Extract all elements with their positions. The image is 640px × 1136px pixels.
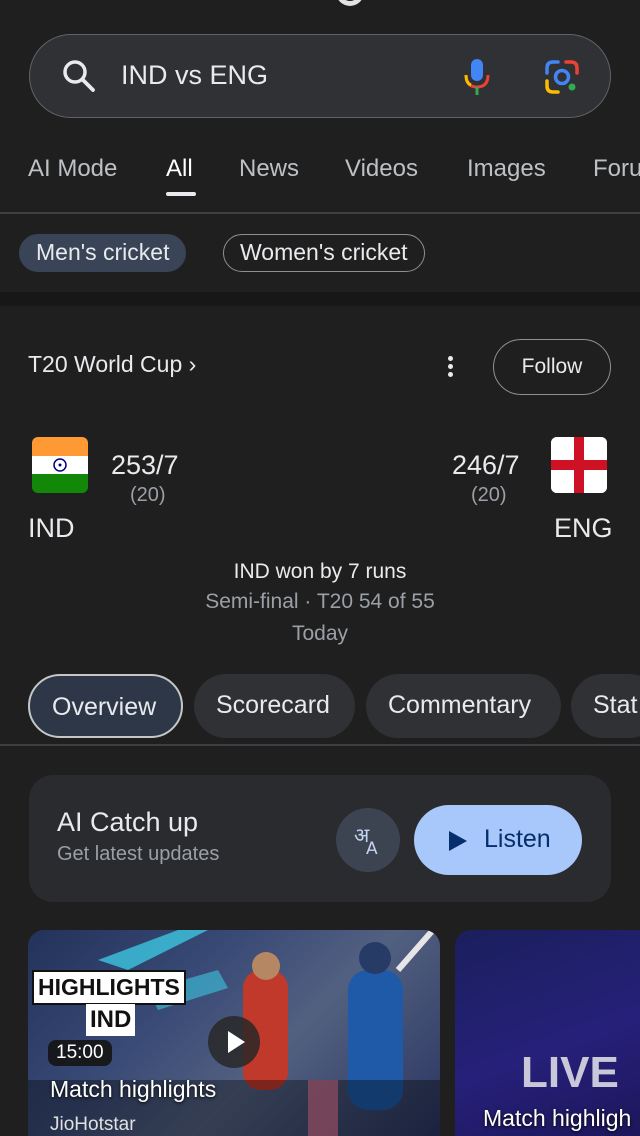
active-tab-indicator [166, 192, 196, 196]
section-separator [0, 292, 640, 306]
search-bar[interactable]: IND vs ENG [29, 34, 611, 118]
live-overlay-text: LIVE [521, 1048, 619, 1097]
match-date: Today [291, 622, 349, 645]
listen-label: Listen [484, 825, 551, 853]
team2-score: 246/7 [452, 450, 520, 480]
lens-icon[interactable] [544, 59, 580, 95]
translate-icon: अ A [354, 823, 378, 859]
team1-name[interactable]: IND [28, 513, 75, 544]
match-result: IND won by 7 runs [233, 560, 407, 583]
ind-badge: IND [86, 1004, 136, 1036]
tab-ai-mode[interactable]: AI Mode [28, 155, 117, 183]
more-options-icon[interactable] [440, 352, 460, 382]
team1-score: 253/7 [111, 450, 179, 480]
match-stage: Semi-final · T20 54 of 55 [205, 590, 435, 613]
listen-button[interactable]: Listen [414, 805, 582, 875]
play-icon [228, 1031, 245, 1053]
england-flag-icon [551, 437, 607, 493]
play-icon [449, 831, 467, 851]
video-card-highlights[interactable]: HIGHLIGHTS IND 15:00 Match highlights Ji… [28, 930, 440, 1136]
tab-videos[interactable]: Videos [345, 155, 418, 183]
video-play-button[interactable] [208, 1016, 260, 1068]
pills-divider [0, 744, 640, 746]
tab-scorecard[interactable]: Scorecard [194, 674, 355, 738]
tab-stats[interactable]: Stat [571, 674, 640, 738]
team2-name[interactable]: ENG [554, 513, 613, 544]
translate-button[interactable]: अ A [336, 808, 400, 872]
tab-news[interactable]: News [239, 155, 299, 183]
tab-all[interactable]: All [166, 155, 193, 183]
tab-images[interactable]: Images [467, 155, 546, 183]
svg-text:A: A [366, 839, 378, 859]
video-duration: 15:00 [48, 1040, 112, 1066]
tab-forums[interactable]: Foru [593, 155, 640, 183]
team2-overs: (20) [471, 484, 507, 506]
chip-mens-cricket[interactable]: Men's cricket [19, 234, 187, 272]
catchup-subtitle: Get latest updates [57, 843, 220, 865]
video-title[interactable]: Match highligh [483, 1105, 631, 1132]
tournament-link[interactable]: T20 World Cup › [28, 351, 196, 378]
india-flag-icon [32, 437, 88, 493]
highlights-badge: HIGHLIGHTS [32, 970, 186, 1005]
search-query[interactable]: IND vs ENG [121, 60, 268, 91]
google-logo-fragment [336, 0, 364, 6]
video-source: JioHotstar [50, 1114, 136, 1135]
team1-overs: (20) [130, 484, 166, 506]
search-tabs: AI Mode All News Videos Images Foru [0, 140, 640, 212]
chip-womens-cricket[interactable]: Women's cricket [223, 234, 425, 272]
tab-overview[interactable]: Overview [28, 674, 183, 738]
tabs-divider [0, 212, 640, 214]
catchup-title: AI Catch up [57, 807, 199, 837]
ai-catchup-card: AI Catch up Get latest updates अ A Liste… [29, 775, 611, 902]
tab-commentary[interactable]: Commentary [366, 674, 561, 738]
search-icon[interactable] [62, 59, 96, 93]
video-card-live[interactable]: LIVE Match highligh [455, 930, 640, 1136]
follow-button[interactable]: Follow [493, 339, 611, 395]
video-title[interactable]: Match highlights [50, 1076, 216, 1103]
mic-icon[interactable] [462, 57, 492, 97]
